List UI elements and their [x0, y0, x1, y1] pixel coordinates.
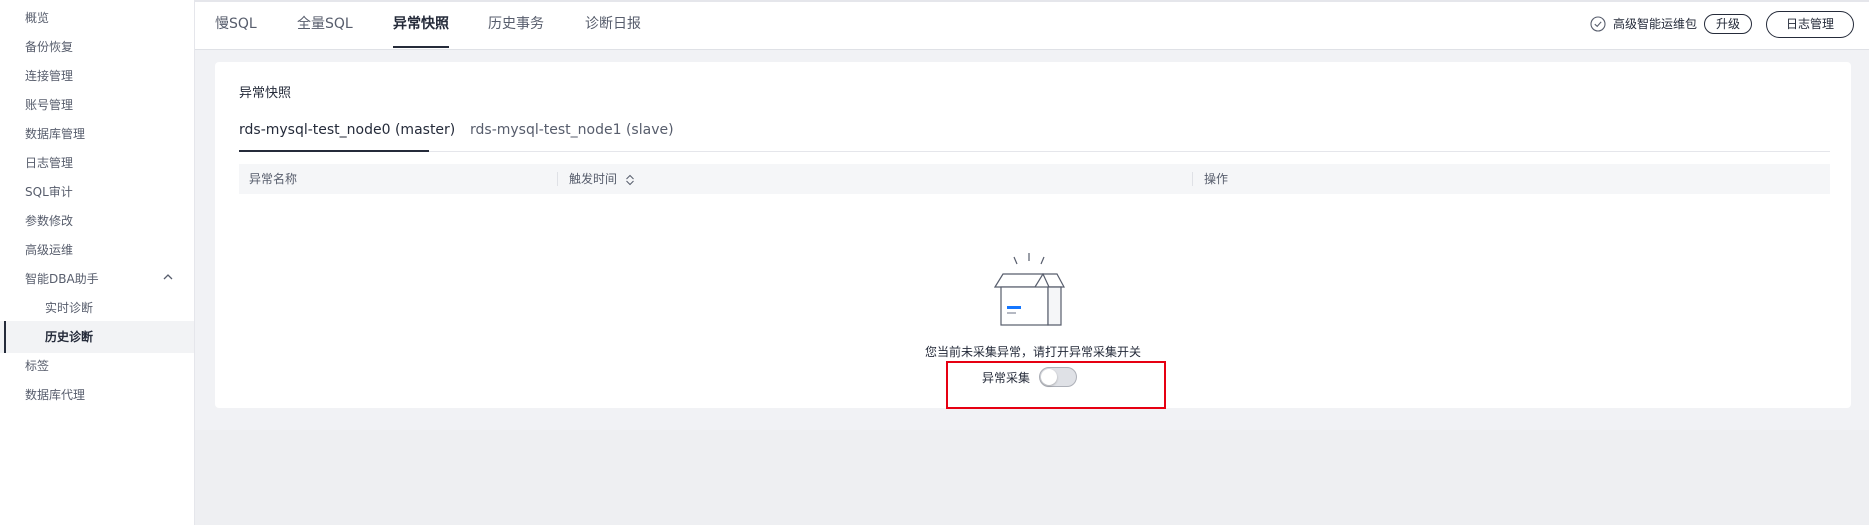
- tab-anomaly-snapshot[interactable]: 异常快照: [393, 13, 449, 33]
- chevron-up-icon: [162, 263, 174, 295]
- sidebar-item-label: 账号管理: [25, 98, 74, 112]
- package-label: 高级智能运维包: [1613, 17, 1698, 31]
- empty-box-icon: [993, 253, 1066, 326]
- sidebar-item-overview[interactable]: 概览: [0, 2, 194, 34]
- sidebar-item-label: 高级运维: [25, 243, 74, 257]
- sidebar: 概览 备份恢复 连接管理 账号管理 数据库管理 日志管理 SQL审计 参数修改 …: [0, 0, 195, 525]
- node-tabs-divider: [239, 151, 1830, 152]
- sidebar-item-label: 实时诊断: [45, 301, 94, 315]
- header-tabs-bar: 慢SQL 全量SQL 异常快照 历史事务 诊断日报 高级智能运维包 升级 日志管…: [195, 0, 1869, 50]
- table-header: 异常名称 触发时间 操作: [239, 164, 1830, 194]
- column-header-actions: 操作: [1204, 172, 1229, 186]
- active-tab-underline: [393, 46, 449, 48]
- column-divider: [1192, 172, 1193, 186]
- anomaly-snapshot-card: 异常快照 rds-mysql-test_node0 (master) rds-m…: [215, 62, 1851, 408]
- tab-slow-sql[interactable]: 慢SQL: [215, 13, 257, 33]
- sidebar-item-label: 参数修改: [25, 214, 74, 228]
- sidebar-item-dba-assistant[interactable]: 智能DBA助手: [0, 263, 194, 295]
- tab-full-sql[interactable]: 全量SQL: [297, 13, 353, 33]
- tab-diagnosis-daily[interactable]: 诊断日报: [585, 13, 641, 33]
- sidebar-item-connection[interactable]: 连接管理: [0, 60, 194, 92]
- column-header-anomaly-name: 异常名称: [249, 172, 298, 186]
- sidebar-item-sql-audit[interactable]: SQL审计: [0, 176, 194, 208]
- log-management-button[interactable]: 日志管理: [1766, 11, 1854, 38]
- empty-state-message: 您当前未采集异常，请打开异常采集开关: [924, 345, 1141, 359]
- sidebar-item-database[interactable]: 数据库管理: [0, 118, 194, 150]
- node-tab-slave[interactable]: rds-mysql-test_node1 (slave): [470, 122, 674, 138]
- top-divider: [195, 0, 1869, 2]
- sidebar-item-backup[interactable]: 备份恢复: [0, 31, 194, 63]
- sidebar-item-account[interactable]: 账号管理: [0, 89, 194, 121]
- sidebar-item-tags[interactable]: 标签: [0, 350, 194, 382]
- sidebar-item-label: 数据库代理: [25, 388, 86, 402]
- active-node-tab-underline: [239, 150, 429, 152]
- sidebar-item-label: SQL审计: [25, 185, 73, 199]
- sidebar-item-history-diagnosis[interactable]: 历史诊断: [0, 321, 194, 353]
- sidebar-item-realtime-diagnosis[interactable]: 实时诊断: [0, 292, 194, 324]
- sidebar-item-params[interactable]: 参数修改: [0, 205, 194, 237]
- package-status: 高级智能运维包: [1590, 15, 1697, 32]
- sidebar-item-label: 概览: [25, 11, 50, 25]
- sidebar-item-label: 日志管理: [25, 156, 74, 170]
- sidebar-item-logs[interactable]: 日志管理: [0, 147, 194, 179]
- sidebar-item-db-proxy[interactable]: 数据库代理: [0, 379, 194, 411]
- sidebar-item-advanced-ops[interactable]: 高级运维: [0, 234, 194, 266]
- sidebar-item-label: 连接管理: [25, 69, 74, 83]
- sidebar-item-label: 数据库管理: [25, 127, 86, 141]
- sidebar-item-label: 历史诊断: [45, 330, 94, 344]
- column-header-trigger-time[interactable]: 触发时间: [569, 164, 635, 194]
- sidebar-item-label: 智能DBA助手: [25, 272, 99, 286]
- sort-icon[interactable]: [625, 174, 635, 186]
- upgrade-button[interactable]: 升级: [1704, 14, 1752, 34]
- tab-history-transactions[interactable]: 历史事务: [488, 13, 544, 33]
- page-background-bottom: [195, 430, 1869, 525]
- sidebar-item-label: 备份恢复: [25, 40, 74, 54]
- node-tab-master[interactable]: rds-mysql-test_node0 (master): [239, 122, 455, 138]
- check-circle-icon: [1590, 15, 1606, 32]
- highlight-box: [946, 361, 1166, 409]
- sidebar-item-label: 标签: [25, 359, 50, 373]
- column-divider: [557, 172, 558, 186]
- column-header-label: 触发时间: [569, 172, 618, 186]
- card-title: 异常快照: [239, 86, 292, 101]
